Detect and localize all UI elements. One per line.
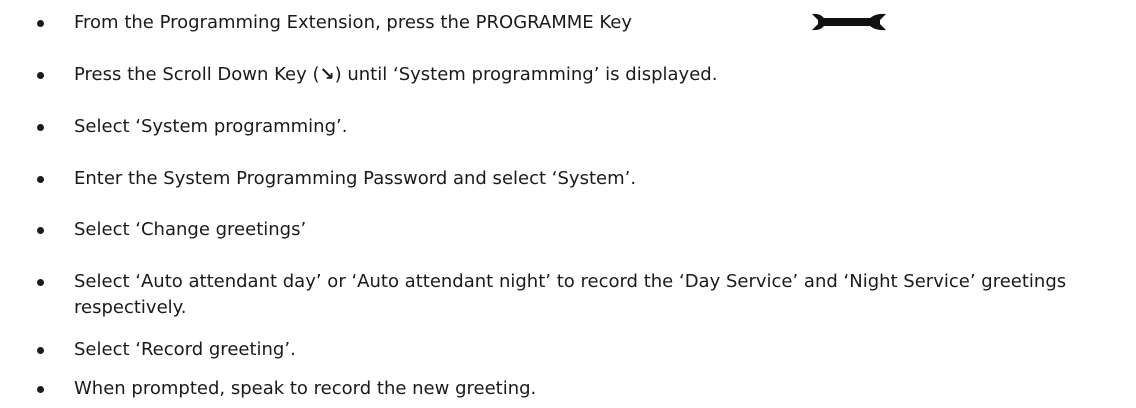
bullet: [37, 386, 44, 393]
step-text: Select ‘Record greeting’.: [74, 339, 296, 360]
bullet: [37, 20, 44, 27]
bullet: [37, 72, 44, 79]
step-text: Press the Scroll Down Key (↘) until ‘Sys…: [74, 62, 1114, 88]
bullet: [37, 347, 44, 354]
wrench-icon: [812, 13, 886, 31]
bullet: [37, 279, 44, 286]
step-text-part: Press the Scroll Down Key (: [74, 64, 320, 85]
step-text: Enter the System Programming Password an…: [74, 168, 637, 189]
bullet: [37, 176, 44, 183]
step-text: Select ‘Change greetings’: [74, 219, 307, 240]
step-text: Select ‘System programming’.: [74, 116, 348, 137]
scroll-down-arrow-icon: ↘: [319, 64, 335, 85]
bullet: [37, 227, 44, 234]
step-text: Select ‘Auto attendant day’ or ‘Auto att…: [74, 271, 1067, 318]
step-text: From the Programming Extension, press th…: [74, 12, 633, 33]
step-text: When prompted, speak to record the new g…: [74, 378, 537, 399]
instruction-document: From the Programming Extension, press th…: [0, 0, 1136, 408]
step-text-part: ) until ‘System programming’ is displaye…: [334, 64, 718, 85]
bullet: [37, 124, 44, 131]
